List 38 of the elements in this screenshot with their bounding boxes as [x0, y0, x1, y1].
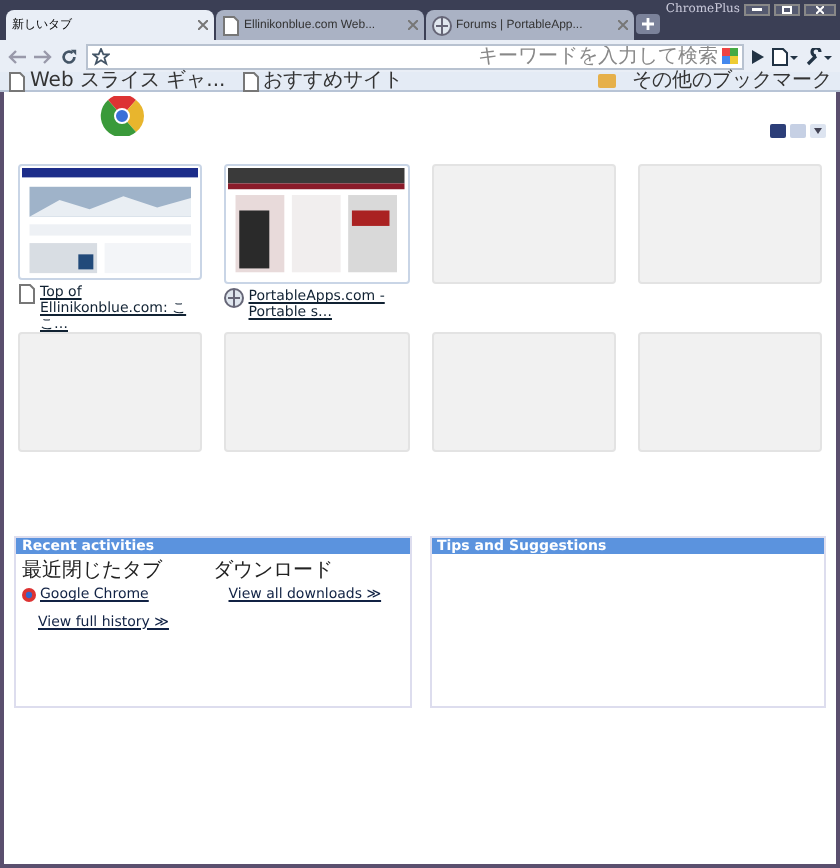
caret-icon: [814, 128, 822, 134]
back-icon[interactable]: [8, 49, 26, 63]
bookmark-item[interactable]: Web スライス ギャ...: [8, 71, 226, 91]
maximize-button[interactable]: [774, 3, 800, 15]
other-bookmarks[interactable]: その他のブックマーク: [632, 71, 832, 91]
minimize-icon: [752, 7, 762, 11]
browser-icon: [22, 587, 36, 602]
section-heading: ダウンロード: [212, 560, 335, 582]
maximize-icon: [782, 5, 792, 13]
wrench-icon[interactable]: [806, 47, 832, 65]
page-icon: [222, 15, 240, 35]
empty-thumbnail[interactable]: [18, 332, 203, 452]
empty-thumbnail[interactable]: [224, 332, 409, 452]
globe-icon: [224, 288, 245, 308]
page-menu-icon[interactable]: [772, 47, 798, 65]
minimize-button[interactable]: [744, 3, 770, 15]
empty-thumbnail[interactable]: [431, 164, 616, 284]
forward-icon[interactable]: [34, 49, 52, 63]
empty-thumbnail[interactable]: [431, 332, 616, 452]
go-icon[interactable]: [752, 49, 764, 63]
empty-thumbnail[interactable]: [637, 332, 822, 452]
close-icon: [816, 5, 824, 13]
new-tab-button[interactable]: [636, 14, 660, 34]
folder-icon: [598, 74, 616, 88]
close-icon[interactable]: [618, 20, 628, 30]
close-icon[interactable]: [198, 20, 208, 30]
bookmark-item[interactable]: おすすめサイト: [241, 71, 404, 91]
empty-thumbnail[interactable]: [637, 164, 822, 284]
section-heading: 最近閉じたタブ: [22, 560, 164, 582]
star-icon[interactable]: [92, 47, 110, 65]
search-engine-icon: [722, 48, 738, 64]
dropdown-button[interactable]: [810, 124, 826, 138]
globe-icon: [432, 15, 452, 35]
close-icon[interactable]: [408, 20, 418, 30]
close-button[interactable]: [804, 3, 836, 15]
plus-icon: [642, 18, 654, 30]
page-icon: [18, 284, 36, 305]
reload-icon[interactable]: [60, 47, 78, 65]
